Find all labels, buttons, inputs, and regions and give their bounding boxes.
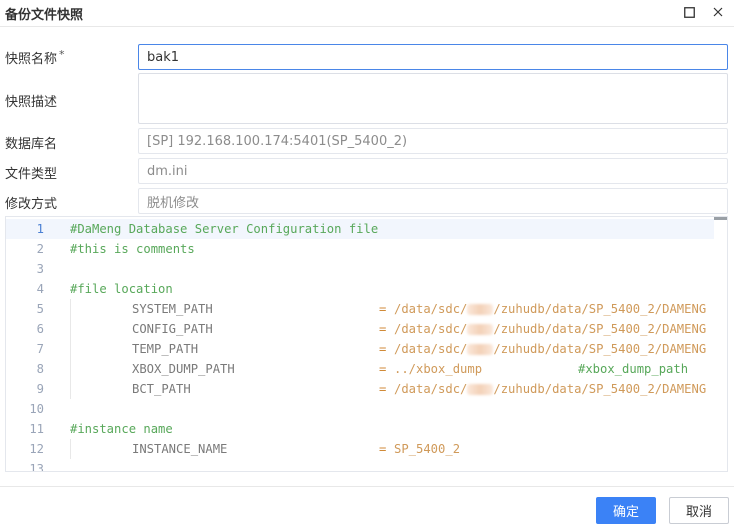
maximize-button[interactable] — [681, 4, 697, 20]
line-number: 3 — [36, 262, 44, 276]
maximize-icon — [683, 6, 695, 18]
redacted-segment — [467, 344, 494, 355]
editor-line[interactable]: 8 XBOX_DUMP_PATH = ../xbox_dump #xbox_dump_p… — [6, 359, 714, 379]
editor-line[interactable]: 7 TEMP_PATH = /data/sdc/ /zuhudb/data/SP_540… — [6, 339, 714, 359]
config-value: /zuhudb/data/SP_5400_2/DAMENG — [493, 322, 707, 336]
editor-line[interactable]: 3 — [6, 259, 714, 279]
line-number: 4 — [36, 282, 44, 296]
line-code: #instance name — [70, 419, 173, 439]
config-equals: = — [379, 302, 387, 316]
snapshot-name-input[interactable] — [138, 44, 728, 70]
config-equals: = — [379, 382, 387, 396]
editor-line[interactable]: 5 SYSTEM_PATH = /data/sdc/ /zuhudb/data/SP_5… — [6, 299, 714, 319]
config-value: /data/sdc/ — [394, 342, 468, 356]
editor-scroll-thumb[interactable] — [714, 217, 727, 220]
comment-text: #DaMeng Database Server Configuration fi… — [70, 222, 379, 236]
line-number: 1 — [36, 222, 44, 236]
indent-guide — [70, 299, 71, 319]
database-label: 数据库名 — [5, 137, 58, 152]
modify-mode-field — [138, 188, 728, 214]
config-key: TEMP_PATH — [132, 342, 199, 356]
required-mark: * — [59, 48, 65, 61]
config-value: /data/sdc/ — [394, 302, 468, 316]
editor-line[interactable]: 13 — [6, 459, 714, 472]
editor-line[interactable]: 6 CONFIG_PATH = /data/sdc/ /zuhudb/data/SP_5… — [6, 319, 714, 339]
footer-divider — [0, 486, 734, 487]
editor-line[interactable]: 12 INSTANCE_NAME = SP_5400_2 — [6, 439, 714, 459]
config-key: CONFIG_PATH — [132, 322, 213, 336]
close-icon — [713, 7, 723, 17]
config-editor[interactable]: 1 #DaMeng Database Server Configuration f… — [5, 216, 728, 472]
line-code: #file location — [70, 279, 173, 299]
redacted-segment — [467, 304, 494, 315]
close-button[interactable] — [710, 4, 726, 20]
config-value: /zuhudb/data/SP_5400_2/DAMENG — [493, 302, 707, 316]
dialog-title: 备份文件快照 — [5, 8, 84, 23]
indent-guide — [70, 339, 71, 359]
comment-text: #instance name — [70, 422, 173, 436]
editor-line[interactable]: 11 #instance name — [6, 419, 714, 439]
line-code: #this is comments — [70, 239, 195, 259]
line-code: #DaMeng Database Server Configuration fi… — [70, 219, 378, 239]
config-value: /zuhudb/data/SP_5400_2/DAMENG — [493, 382, 707, 396]
config-value: /data/sdc/ — [394, 322, 468, 336]
line-number: 6 — [36, 322, 44, 336]
modify-mode-label: 修改方式 — [5, 197, 58, 212]
config-value: ../xbox_dump — [394, 362, 483, 376]
config-value: SP_5400_2 — [394, 442, 461, 456]
editor-line[interactable]: 2 #this is comments — [6, 239, 714, 259]
config-value: /zuhudb/data/SP_5400_2/DAMENG — [493, 342, 707, 356]
editor-line[interactable]: 10 — [6, 399, 714, 419]
dialog-titlebar: 备份文件快照 — [0, 0, 734, 27]
inline-comment: #xbox_dump_path — [578, 362, 689, 376]
redacted-segment — [467, 324, 494, 335]
comment-text: #this is comments — [70, 242, 195, 256]
line-number: 5 — [36, 302, 44, 316]
config-key: XBOX_DUMP_PATH — [132, 362, 235, 376]
config-value: /data/sdc/ — [394, 382, 468, 396]
config-equals: = — [379, 322, 387, 336]
config-key: SYSTEM_PATH — [132, 302, 213, 316]
snapshot-desc-textarea[interactable] — [138, 73, 728, 124]
config-key: BCT_PATH — [132, 382, 191, 396]
cancel-button[interactable]: 取消 — [669, 497, 729, 524]
line-number: 13 — [29, 462, 44, 472]
line-number: 2 — [36, 242, 44, 256]
config-equals: = — [379, 362, 387, 376]
config-equals: = — [379, 342, 387, 356]
line-number: 11 — [29, 422, 44, 436]
indent-guide — [70, 319, 71, 339]
indent-guide — [70, 439, 71, 459]
editor-line[interactable]: 4 #file location — [6, 279, 714, 299]
redacted-segment — [467, 384, 494, 395]
confirm-button[interactable]: 确定 — [596, 497, 656, 524]
indent-guide — [70, 379, 71, 399]
line-number: 8 — [36, 362, 44, 376]
line-number: 7 — [36, 342, 44, 356]
editor-line[interactable]: 9 BCT_PATH = /data/sdc/ /zuhudb/data/SP_5400… — [6, 379, 714, 399]
line-number: 10 — [29, 402, 44, 416]
comment-text: #file location — [70, 282, 173, 296]
indent-guide — [70, 359, 71, 379]
editor-line[interactable]: 1 #DaMeng Database Server Configuration f… — [6, 219, 714, 239]
config-key: INSTANCE_NAME — [132, 442, 228, 456]
file-type-field — [138, 158, 728, 184]
database-field — [138, 128, 728, 154]
line-number: 9 — [36, 382, 44, 396]
editor-scrollbar[interactable] — [714, 217, 727, 471]
config-equals: = — [379, 442, 387, 456]
snapshot-desc-label: 快照描述 — [5, 95, 58, 110]
line-number: 12 — [29, 442, 44, 456]
snapshot-name-label: 快照名称 * — [5, 48, 65, 67]
file-type-label: 文件类型 — [5, 167, 58, 182]
